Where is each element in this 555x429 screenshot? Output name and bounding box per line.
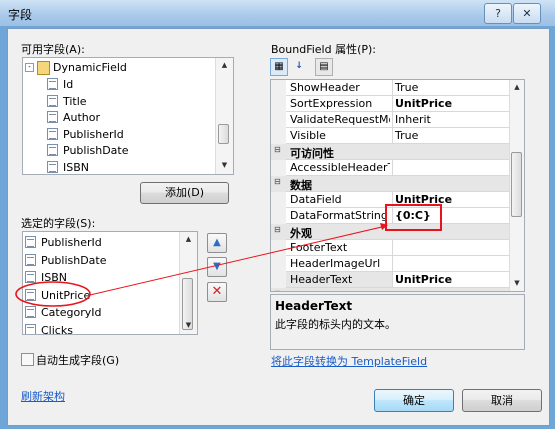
annotation-ellipse — [15, 281, 91, 307]
annotation-box — [385, 204, 442, 231]
annotation-overlay — [15, 204, 442, 307]
annotation-arrow — [89, 225, 387, 296]
dialog-window: 字段 ? ✕ 可用字段(A): - DynamicField Id Title Au… — [0, 0, 555, 429]
